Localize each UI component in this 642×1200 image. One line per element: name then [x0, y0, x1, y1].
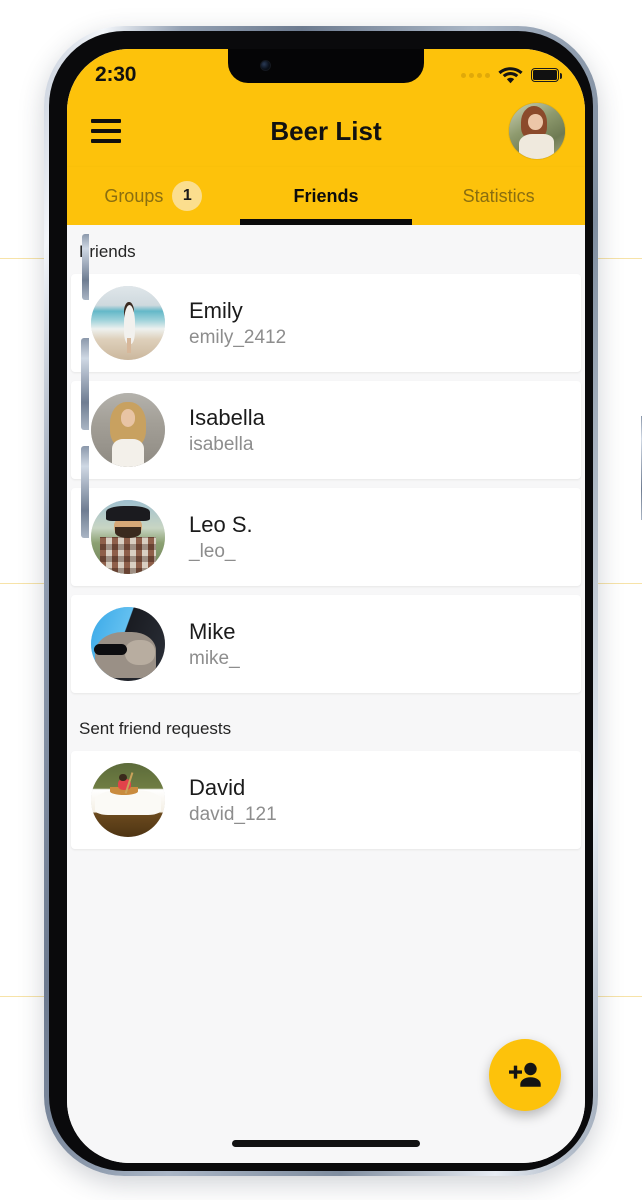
tab-friends-label: Friends: [293, 185, 359, 206]
user-avatar[interactable]: [509, 103, 565, 159]
tab-friends[interactable]: Friends: [239, 167, 413, 225]
friend-handle: mike_: [189, 648, 240, 670]
home-indicator: [232, 1140, 420, 1147]
list-item-text: Leo S. _leo_: [189, 511, 253, 564]
phone-screen: 2:30 Beer List Groups 1 Friends Statisti…: [67, 49, 585, 1163]
friends-list-content: Friends Emily emily_2412 Isabella isabel…: [67, 225, 585, 1163]
wifi-icon: [498, 67, 523, 84]
friend-name: Isabella: [189, 404, 265, 430]
app-bar: Beer List: [67, 95, 585, 167]
person-add-icon: [509, 1062, 541, 1087]
isabella-avatar: [91, 393, 165, 467]
tab-groups-badge: 1: [172, 181, 203, 211]
list-item[interactable]: Mike mike_: [71, 595, 581, 693]
list-item-text: David david_121: [189, 774, 277, 827]
battery-full-icon: [531, 68, 563, 82]
phone-bezel: 2:30 Beer List Groups 1 Friends Statisti…: [49, 31, 593, 1171]
mute-switch-button[interactable]: [82, 234, 89, 300]
tab-statistics-label: Statistics: [462, 185, 535, 206]
david-avatar: [91, 763, 165, 837]
friend-handle: david_121: [189, 804, 277, 826]
friend-name: Mike: [189, 618, 236, 644]
friend-handle: emily_2412: [189, 327, 287, 349]
tab-groups-label: Groups: [104, 185, 164, 206]
mike-avatar: [91, 607, 165, 681]
emily-avatar: [91, 286, 165, 360]
display-notch: [228, 49, 424, 83]
tab-statistics[interactable]: Statistics: [412, 167, 585, 225]
friend-name: Emily: [189, 297, 243, 323]
signal-dots-icon: [461, 72, 490, 78]
list-item[interactable]: Emily emily_2412: [71, 274, 581, 372]
list-item-text: Isabella isabella: [189, 404, 265, 457]
list-item[interactable]: Leo S. _leo_: [71, 488, 581, 586]
list-item[interactable]: Isabella isabella: [71, 381, 581, 479]
list-item-text: Emily emily_2412: [189, 297, 286, 350]
add-friend-button[interactable]: [489, 1039, 561, 1111]
friend-handle: isabella: [189, 434, 254, 456]
user-avatar-image: [509, 103, 565, 159]
list-item-text: Mike mike_: [189, 618, 240, 671]
front-camera-icon: [260, 60, 271, 71]
hamburger-menu-icon[interactable]: [91, 119, 121, 143]
page-title: Beer List: [270, 115, 382, 146]
phone-device-frame: 2:30 Beer List Groups 1 Friends Statisti…: [44, 26, 642, 1176]
screenshot-canvas: 2:30 Beer List Groups 1 Friends Statisti…: [0, 0, 642, 1200]
friend-handle: _leo_: [189, 541, 236, 563]
status-bar-indicators: [461, 60, 563, 84]
section-header-sent-requests: Sent friend requests: [79, 719, 232, 738]
friend-name: David: [189, 774, 246, 800]
leo-avatar: [91, 500, 165, 574]
volume-up-button[interactable]: [81, 338, 89, 430]
section-header-friends: Friends: [79, 242, 136, 261]
status-bar-time: 2:30: [95, 63, 137, 86]
tab-bar: Groups 1 Friends Statistics: [67, 167, 585, 225]
list-item[interactable]: David david_121: [71, 751, 581, 849]
volume-down-button[interactable]: [81, 446, 89, 538]
friend-name: Leo S.: [189, 511, 253, 537]
tab-groups[interactable]: Groups 1: [67, 167, 240, 225]
